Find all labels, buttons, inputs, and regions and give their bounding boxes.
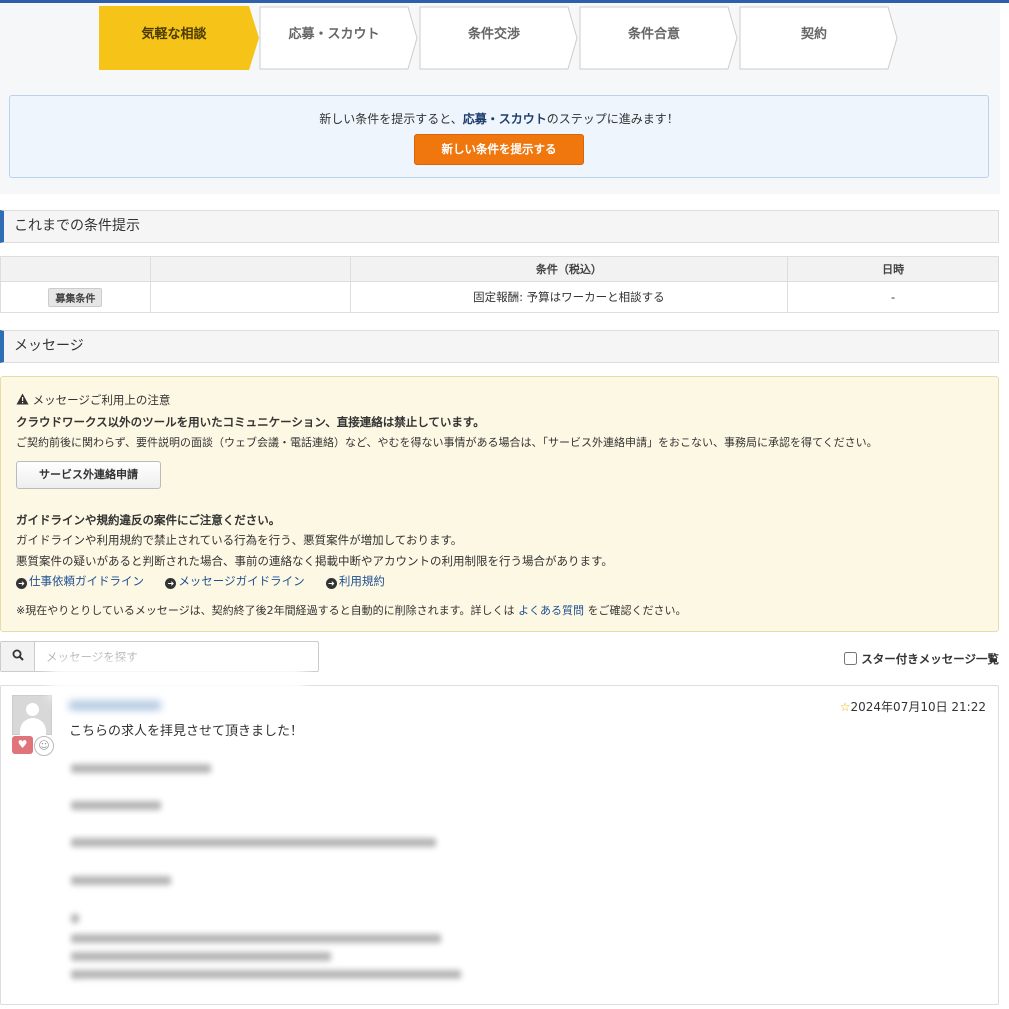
messages-section-title: メッセージ — [0, 330, 999, 363]
redacted-line — [71, 764, 211, 773]
step-label: 気軽な相談 — [141, 27, 207, 42]
avatar[interactable] — [12, 695, 52, 735]
faq-link[interactable]: よくある質問 — [518, 604, 584, 617]
message-text: こちらの求人を拝見させて頂きました！ — [69, 724, 304, 739]
column-header — [0, 256, 151, 282]
step-consultation[interactable]: 気軽な相談 — [99, 6, 259, 70]
notice-text: 新しい条件を提示すると、応募・スカウトのステップに進みます！ — [319, 112, 679, 126]
redacted-line — [71, 838, 436, 847]
starred-filter-label: スター付きメッセージ一覧 — [861, 652, 999, 666]
column-header-condition: 条件（税込） — [349, 256, 789, 282]
heart-icon[interactable]: ♥ — [12, 736, 33, 754]
message-datetime: ☆2024年07月10日 21:22 — [839, 700, 986, 714]
step-application[interactable]: 応募・スカウト — [259, 6, 419, 70]
step-contract[interactable]: 契約 — [739, 6, 899, 70]
redacted-line — [71, 801, 161, 810]
step-label: 契約 — [800, 27, 827, 42]
new-condition-notice: 新しい条件を提示すると、応募・スカウトのステップに進みます！ 新しい条件を提示す… — [9, 95, 989, 178]
recruitment-tag: 募集条件 — [48, 287, 103, 307]
step-agreement[interactable]: 条件合意 — [579, 6, 739, 70]
redacted-line — [71, 952, 331, 961]
conditions-section-title: これまでの条件提示 — [0, 210, 999, 243]
warning-triangle-icon — [16, 393, 29, 405]
guideline-line: 悪質案件の疑いがあると判断された場合、事前の連絡なく掲載中断やアカウントの利用制… — [16, 554, 613, 568]
job-guideline-link[interactable]: 仕事依頼ガイドライン — [29, 574, 144, 588]
message-guideline-link[interactable]: メッセージガイドライン — [178, 574, 304, 588]
reaction-bar: ♥ ☺ — [12, 736, 54, 756]
step-label: 応募・スカウト — [288, 27, 380, 42]
redacted-line — [71, 914, 79, 923]
guideline-links: ➜ 仕事依頼ガイドライン ➜ メッセージガイドライン ➜ 利用規約 — [16, 573, 385, 589]
redacted-line — [71, 934, 441, 943]
warning-heading: メッセージご利用上の注意 — [16, 392, 170, 408]
search-icon — [12, 649, 24, 661]
step-label: 条件合意 — [627, 27, 680, 42]
warning-line: ご契約前後に関わらず、要件説明の面談（ウェブ会議・電話連絡）など、やむを得ない事… — [16, 436, 878, 449]
terms-link[interactable]: 利用規約 — [339, 574, 385, 588]
step-negotiation[interactable]: 条件交渉 — [419, 6, 579, 70]
condition-cell: 固定報酬: 予算はワーカーと相談する — [349, 281, 789, 313]
arrow-circle-icon: ➜ — [165, 578, 177, 589]
search-button[interactable] — [1, 642, 35, 671]
datetime-cell: - — [787, 281, 999, 313]
redacted-line — [71, 970, 461, 979]
redacted-line — [71, 876, 171, 885]
message-usage-warning: メッセージご利用上の注意 クラウドワークス以外のツールを用いたコミュニケーション… — [0, 376, 999, 632]
table-row: 募集条件 固定報酬: 予算はワーカーと相談する - — [0, 281, 999, 313]
emoji-icon[interactable]: ☺ — [34, 736, 54, 756]
starred-messages-filter[interactable]: スター付きメッセージ一覧 — [844, 651, 999, 667]
table-cell — [149, 281, 351, 313]
starred-checkbox[interactable] — [844, 652, 858, 665]
step-label: 条件交渉 — [467, 27, 520, 42]
conditions-table: 条件（税込） 日時 募集条件 固定報酬: 予算はワーカーと相談する - — [0, 256, 999, 313]
warning-line-bold: クラウドワークス以外のツールを用いたコミュニケーション、直接連絡は禁止しています… — [16, 415, 485, 429]
arrow-circle-icon: ➜ — [325, 578, 337, 589]
retention-note: ※現在やりとりしているメッセージは、契約終了後2年間経過すると自動的に削除されま… — [16, 604, 687, 617]
guideline-line: ガイドラインや利用規約で禁止されている行為を行う、悪質案件が増加しております。 — [16, 533, 463, 547]
table-header-row: 条件（税込） 日時 — [0, 256, 999, 282]
column-header — [149, 256, 351, 282]
guideline-heading: ガイドラインや規約違反の案件にご注意ください。 — [16, 513, 281, 527]
arrow-circle-icon: ➜ — [16, 578, 27, 589]
star-outline-icon[interactable]: ☆ — [840, 700, 851, 714]
message-item: ♥ ☺ こちらの求人を拝見させて頂きました！ ☆2024年07月10日 21:22 — [0, 685, 999, 1005]
propose-new-condition-button[interactable]: 新しい条件を提示する — [414, 134, 584, 165]
column-header-datetime: 日時 — [787, 256, 999, 282]
external-contact-request-button[interactable]: サービス外連絡申請 — [16, 461, 161, 489]
